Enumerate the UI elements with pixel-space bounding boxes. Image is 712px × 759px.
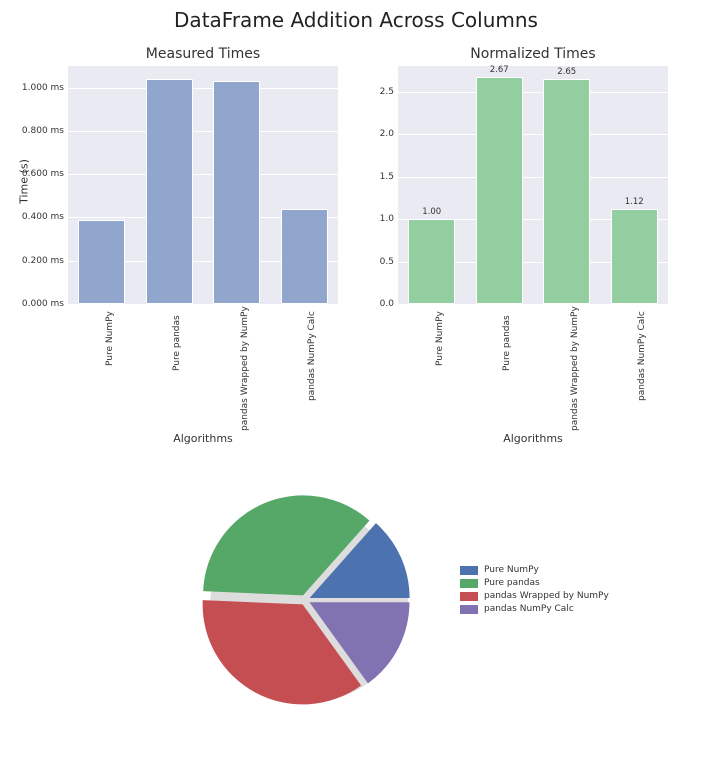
legend-swatch [460,566,478,575]
right-bar [611,209,658,304]
pie-legend: Pure NumPy Pure pandas pandas Wrapped by N… [460,565,609,617]
left-xtick: Pure NumPy [105,311,115,366]
right-xtick: pandas NumPy Calc [637,311,647,401]
left-plot-title: Measured Times [68,46,338,62]
right-bar [408,219,455,304]
right-ytick: 0.5 [368,257,394,267]
right-xtick: Pure NumPy [435,311,445,366]
legend-row: pandas Wrapped by NumPy [460,591,609,601]
legend-label: Pure NumPy [484,565,539,575]
legend-swatch [460,579,478,588]
right-plot-area [398,66,668,304]
right-xlabel: Algorithms [398,432,668,445]
left-xtick: pandas NumPy Calc [307,311,317,401]
left-ytick: 0.000 ms [8,299,64,309]
left-bar [146,79,193,304]
right-xtick: pandas Wrapped by NumPy [570,306,580,431]
right-bar-label: 2.67 [490,65,509,75]
figure-suptitle: DataFrame Addition Across Columns [0,8,712,32]
legend-label: pandas Wrapped by NumPy [484,591,609,601]
right-xtick: Pure pandas [502,315,512,371]
legend-label: Pure pandas [484,578,540,588]
right-bar-label: 1.00 [422,207,441,217]
right-bar [476,77,523,304]
left-xtick: pandas Wrapped by NumPy [240,306,250,431]
legend-swatch [460,592,478,601]
legend-label: pandas NumPy Calc [484,604,574,614]
left-ytick: 0.800 ms [8,126,64,136]
right-bar-label: 1.12 [625,197,644,207]
left-bar [281,209,328,304]
left-ytick: 0.200 ms [8,256,64,266]
right-plot-title: Normalized Times [398,46,668,62]
left-xtick: Pure pandas [172,315,182,371]
right-ytick: 1.5 [368,172,394,182]
left-bar [78,220,125,304]
left-plot-area [68,66,338,304]
legend-swatch [460,605,478,614]
pie-chart [185,480,425,720]
right-bar [543,79,590,304]
legend-row: Pure NumPy [460,565,609,575]
right-bar-label: 2.65 [557,67,576,77]
legend-row: pandas NumPy Calc [460,604,609,614]
left-ytick: 0.400 ms [8,212,64,222]
left-bar [213,81,260,304]
left-ytick: 0.600 ms [8,169,64,179]
left-xlabel: Algorithms [68,432,338,445]
right-ytick: 0.0 [368,299,394,309]
left-ytick: 1.000 ms [8,83,64,93]
left-ylabel: Time (s) [18,152,31,212]
right-ytick: 2.5 [368,87,394,97]
right-ytick: 1.0 [368,214,394,224]
legend-row: Pure pandas [460,578,609,588]
right-ytick: 2.0 [368,129,394,139]
